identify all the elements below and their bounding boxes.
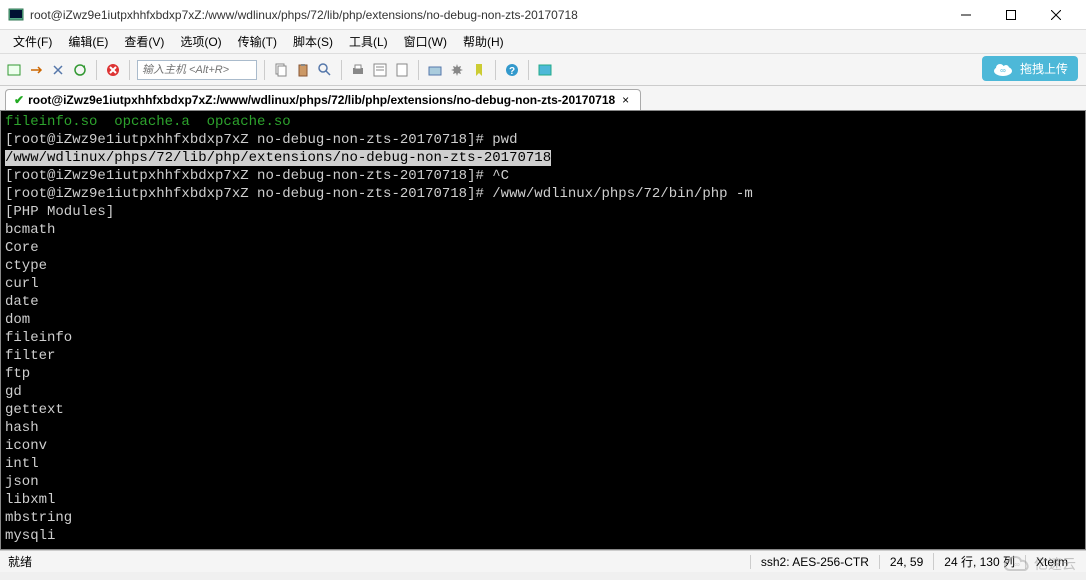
terminal-output: dom <box>5 311 1081 329</box>
terminal-output: gettext <box>5 401 1081 419</box>
menu-options[interactable]: 选项(O) <box>172 30 229 53</box>
copy-icon[interactable] <box>272 61 290 79</box>
host-input[interactable] <box>137 60 257 80</box>
minimize-button[interactable] <box>943 1 988 29</box>
log-icon[interactable] <box>393 61 411 79</box>
help-icon[interactable]: ? <box>503 61 521 79</box>
paste-icon[interactable] <box>294 61 312 79</box>
tab-close-button[interactable]: × <box>619 93 632 107</box>
toolbar-separator <box>418 60 419 80</box>
toolbar-separator <box>495 60 496 80</box>
svg-text:∞: ∞ <box>1014 560 1020 569</box>
reconnect-icon[interactable] <box>71 61 89 79</box>
terminal-output: libxml <box>5 491 1081 509</box>
cloud-icon: ∞ <box>992 61 1014 77</box>
upload-badge-label: 拖拽上传 <box>1020 60 1068 77</box>
terminal-output: filter <box>5 347 1081 365</box>
tab-title: root@iZwz9e1iutpxhhfxbdxp7xZ:/www/wdlinu… <box>28 93 615 107</box>
menu-view[interactable]: 查看(V) <box>116 30 172 53</box>
terminal-output: hash <box>5 419 1081 437</box>
settings-icon[interactable] <box>448 61 466 79</box>
window-controls <box>943 1 1078 29</box>
terminal[interactable]: fileinfo.so opcache.a opcache.so [root@i… <box>0 110 1086 550</box>
terminal-output: iconv <box>5 437 1081 455</box>
tabbar: ✔ root@iZwz9e1iutpxhhfxbdxp7xZ:/www/wdli… <box>0 86 1086 110</box>
session-tab[interactable]: ✔ root@iZwz9e1iutpxhhfxbdxp7xZ:/www/wdli… <box>5 89 641 110</box>
maximize-button[interactable] <box>988 1 1033 29</box>
menu-tools[interactable]: 工具(L) <box>341 30 396 53</box>
find-icon[interactable] <box>316 61 334 79</box>
menu-script[interactable]: 脚本(S) <box>285 30 341 53</box>
terminal-output: curl <box>5 275 1081 293</box>
menu-transfer[interactable]: 传输(T) <box>230 30 285 53</box>
terminal-output: intl <box>5 455 1081 473</box>
new-session-icon[interactable] <box>5 61 23 79</box>
terminal-output: json <box>5 473 1081 491</box>
terminal-output: gd <box>5 383 1081 401</box>
app-icon <box>8 7 24 23</box>
connected-icon: ✔ <box>14 93 24 107</box>
terminal-output: fileinfo <box>5 329 1081 347</box>
svg-text:∞: ∞ <box>1000 66 1006 75</box>
terminal-output: [root@iZwz9e1iutpxhhfxbdxp7xZ no-debug-n… <box>5 167 1081 185</box>
watermark-text: 亿速云 <box>1034 554 1076 574</box>
terminal-output: ftp <box>5 365 1081 383</box>
terminal-output: [root@iZwz9e1iutpxhhfxbdxp7xZ no-debug-n… <box>5 185 1081 203</box>
status-ready: 就绪 <box>8 553 750 570</box>
terminal-output: ctype <box>5 257 1081 275</box>
terminal-output: mbstring <box>5 509 1081 527</box>
upload-badge[interactable]: ∞ 拖拽上传 <box>982 56 1078 81</box>
terminal-output: date <box>5 293 1081 311</box>
toolbar-separator <box>129 60 130 80</box>
xftp-icon[interactable] <box>536 61 554 79</box>
close-button[interactable] <box>1033 1 1078 29</box>
watermark-cloud-icon: ∞ <box>1003 554 1031 574</box>
menubar: 文件(F) 编辑(E) 查看(V) 选项(O) 传输(T) 脚本(S) 工具(L… <box>0 30 1086 54</box>
titlebar: root@iZwz9e1iutpxhhfxbdxp7xZ:/www/wdlinu… <box>0 0 1086 30</box>
terminal-output: mysqli <box>5 527 1081 545</box>
terminal-output: Core <box>5 239 1081 257</box>
status-cursor: 24, 59 <box>879 555 933 569</box>
watermark: ∞ 亿速云 <box>1003 554 1076 574</box>
toolbar-separator <box>96 60 97 80</box>
session-manager-icon[interactable] <box>426 61 444 79</box>
toolbar: ? ∞ 拖拽上传 <box>0 54 1086 86</box>
window-title: root@iZwz9e1iutpxhhfxbdxp7xZ:/www/wdlinu… <box>30 8 943 22</box>
toolbar-separator <box>264 60 265 80</box>
menu-edit[interactable]: 编辑(E) <box>60 30 116 53</box>
terminal-output: /www/wdlinux/phps/72/lib/php/extensions/… <box>5 149 1081 167</box>
status-encryption: ssh2: AES-256-CTR <box>750 555 879 569</box>
svg-text:?: ? <box>509 66 515 77</box>
bookmark-icon[interactable] <box>470 61 488 79</box>
disconnect-icon[interactable] <box>104 61 122 79</box>
terminal-output: [root@iZwz9e1iutpxhhfxbdxp7xZ no-debug-n… <box>5 131 1081 149</box>
menu-file[interactable]: 文件(F) <box>5 30 60 53</box>
terminal-output: [PHP Modules] <box>5 203 1081 221</box>
menu-help[interactable]: 帮助(H) <box>455 30 512 53</box>
statusbar: 就绪 ssh2: AES-256-CTR 24, 59 24 行, 130 列 … <box>0 550 1086 572</box>
connect-icon[interactable] <box>27 61 45 79</box>
properties-icon[interactable] <box>371 61 389 79</box>
quick-connect-icon[interactable] <box>49 61 67 79</box>
terminal-output: bcmath <box>5 221 1081 239</box>
toolbar-separator <box>341 60 342 80</box>
menu-window[interactable]: 窗口(W) <box>396 30 455 53</box>
terminal-output: fileinfo.so opcache.a opcache.so <box>5 113 1081 131</box>
toolbar-separator <box>528 60 529 80</box>
print-icon[interactable] <box>349 61 367 79</box>
